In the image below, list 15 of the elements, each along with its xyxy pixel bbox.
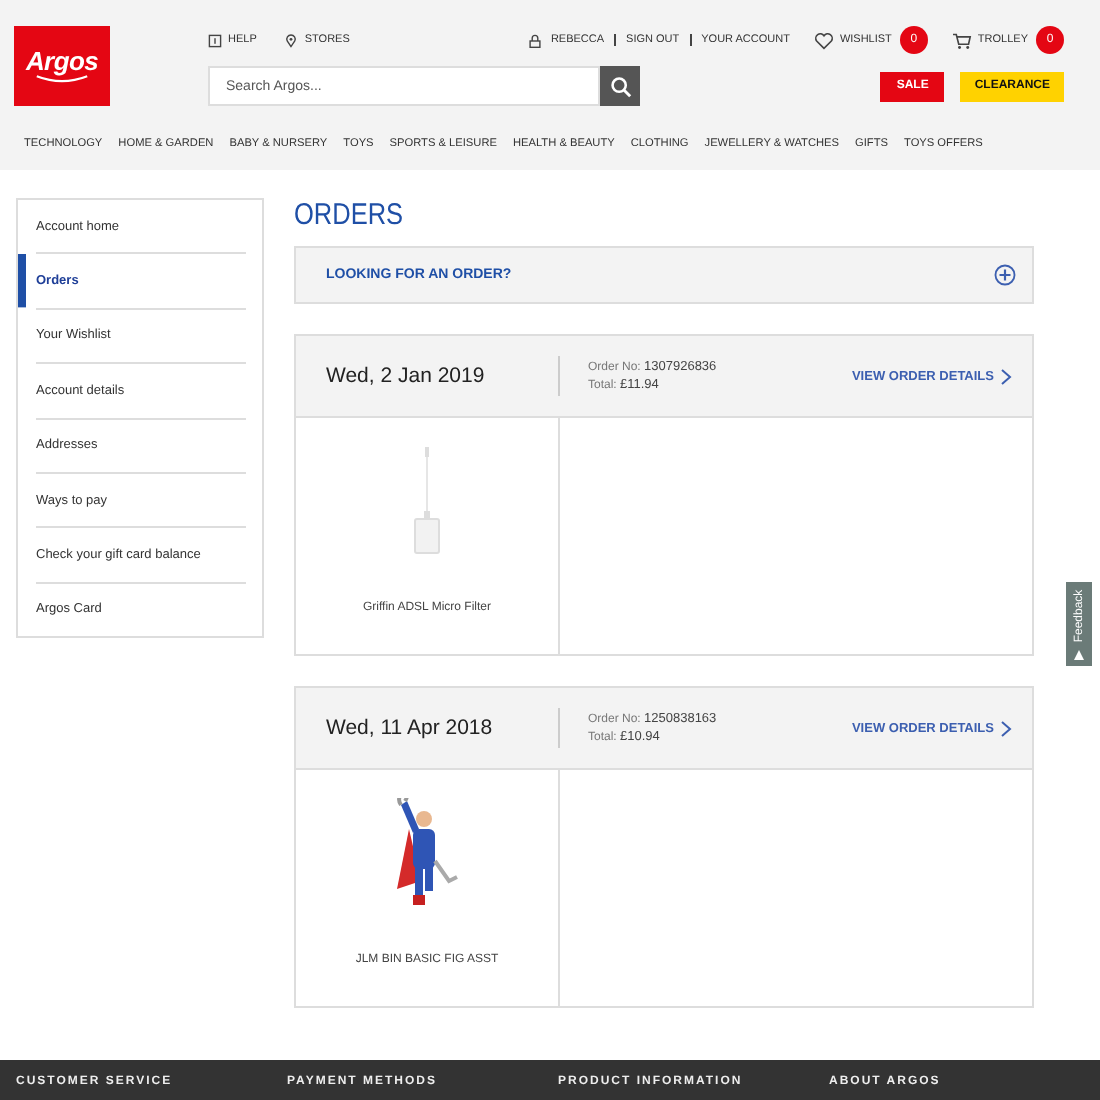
heart-icon — [813, 31, 834, 49]
page-title: ORDERS — [294, 198, 406, 234]
argos-logo[interactable]: Argos — [14, 26, 110, 106]
chevron-right-icon — [1000, 719, 1012, 737]
order-date: Wed, 11 Apr 2018 — [296, 708, 560, 748]
trolley-icon — [951, 31, 972, 49]
info-icon — [208, 33, 222, 47]
order-date: Wed, 2 Jan 2019 — [296, 356, 560, 396]
triangle-up-icon — [1074, 650, 1084, 660]
plus-icon[interactable] — [994, 264, 1016, 286]
location-pin-icon — [284, 33, 299, 47]
search-icon — [609, 75, 631, 97]
chevron-right-icon — [1000, 367, 1012, 385]
lock-icon — [528, 33, 543, 47]
search-button[interactable] — [600, 66, 640, 106]
